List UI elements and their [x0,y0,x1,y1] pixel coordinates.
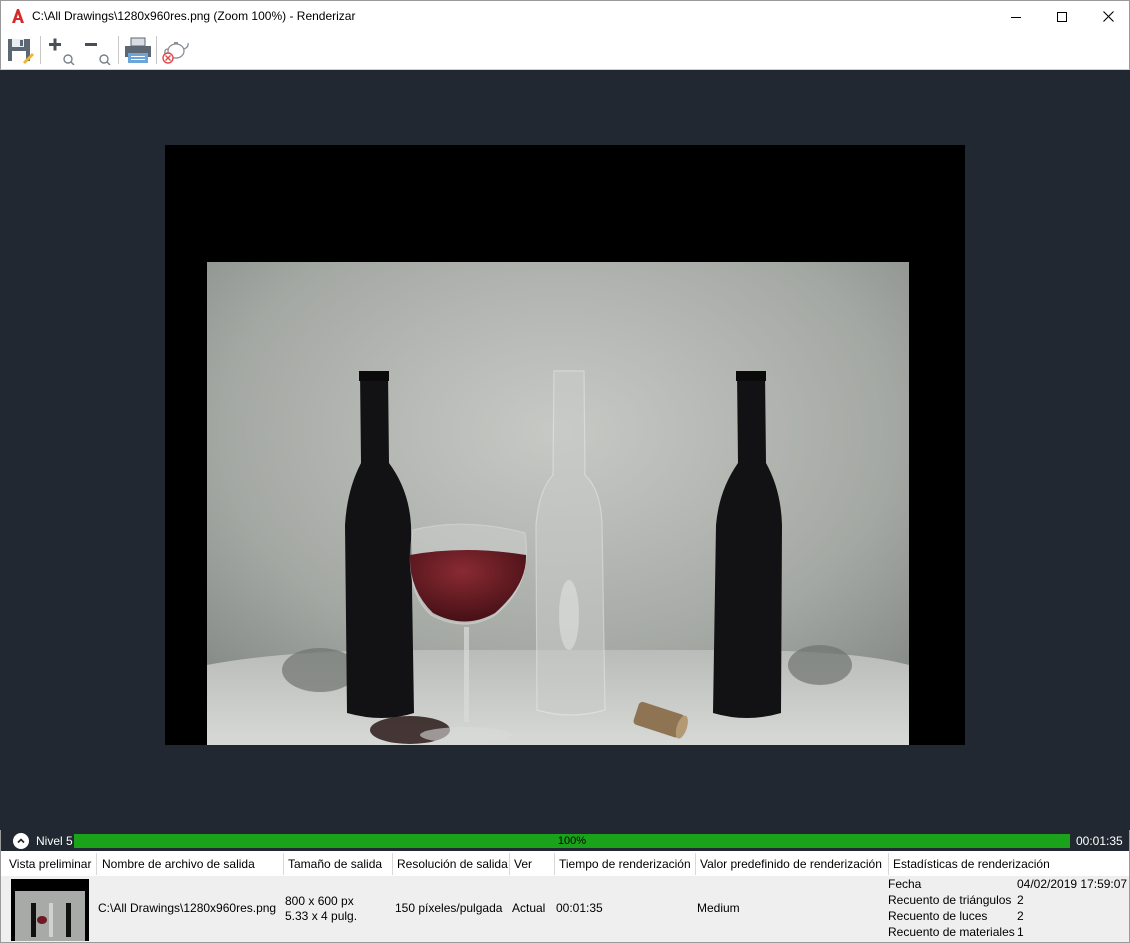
history-filename: C:\All Drawings\1280x960res.png [98,901,277,915]
title-bar: C:\All Drawings\1280x960res.png (Zoom 10… [0,0,1130,31]
stat-value-date: 04/02/2019 17:59:07 [1017,877,1128,891]
zoom-in-button[interactable] [45,34,77,66]
chevron-up-icon [17,838,25,844]
minimize-button[interactable] [993,1,1039,32]
save-icon [8,39,34,64]
history-resolution: 150 píxeles/pulgada [395,901,503,915]
stat-value-lights: 2 [1017,909,1024,923]
save-button[interactable] [4,34,36,66]
window-title: C:\All Drawings\1280x960res.png (Zoom 10… [32,9,356,23]
history-size-in: 5.33 x 4 pulg. [285,909,358,923]
history-preset: Medium [697,901,740,915]
autocad-a-icon [12,9,24,23]
column-header-stats[interactable]: Estadísticas de renderización [889,853,1127,875]
render-toolbar [0,31,1130,70]
history-render-time: 00:01:35 [556,901,603,915]
print-button[interactable] [122,34,154,66]
zoom-in-icon [49,38,75,65]
toolbar-separator [118,36,119,64]
stat-label-lights: Recuento de luces [888,909,988,923]
toolbar-separator [40,36,41,64]
close-icon [1102,11,1114,22]
column-header-preset[interactable]: Valor predefinido de renderización [696,853,889,875]
column-header-resolution[interactable]: Resolución de salida [393,853,510,875]
progress-track: 100% [74,834,1070,848]
column-header-time[interactable]: Tiempo de renderización [555,853,696,875]
stat-label-triangles: Recuento de triángulos [888,893,1012,907]
render-progress-bar: Nivel 5 100% 00:01:35 [0,830,1130,851]
column-header-view[interactable]: Ver [510,853,555,875]
render-level-label: Nivel 5 [36,834,73,848]
history-size-px: 800 x 600 px [285,894,354,908]
maximize-button[interactable] [1039,1,1085,32]
column-header-filename[interactable]: Nombre de archivo de salida [98,853,284,875]
render-history-panel: Vista preliminar Nombre de archivo de sa… [0,851,1130,943]
history-view: Actual [512,901,546,915]
column-header-preview[interactable]: Vista preliminar [5,853,97,875]
rendered-image [165,145,965,745]
stat-label-materials: Recuento de materiales [888,925,1015,939]
progress-percent: 100% [557,835,587,847]
collapse-history-button[interactable] [13,833,29,849]
stat-value-triangles: 2 [1017,893,1024,907]
zoom-out-icon [85,43,111,65]
zoom-out-button[interactable] [81,34,113,66]
cancel-render-button[interactable] [159,34,191,66]
maximize-icon [1057,11,1067,22]
stat-value-materials: 1 [1017,925,1024,939]
rendered-scene [207,262,909,745]
history-row[interactable]: C:\All Drawings\1280x960res.png 800 x 60… [1,876,1129,942]
column-header-size[interactable]: Tamaño de salida [284,853,393,875]
cancel-render-teapot-icon [162,42,189,64]
render-viewport[interactable] [0,70,1130,830]
elapsed-time: 00:01:35 [1076,834,1123,848]
print-icon [125,37,151,63]
close-button[interactable] [1085,1,1130,32]
minimize-icon [1011,16,1021,18]
stat-label-date: Fecha [888,877,922,891]
toolbar-separator [156,36,157,64]
preview-thumbnail [11,879,89,941]
